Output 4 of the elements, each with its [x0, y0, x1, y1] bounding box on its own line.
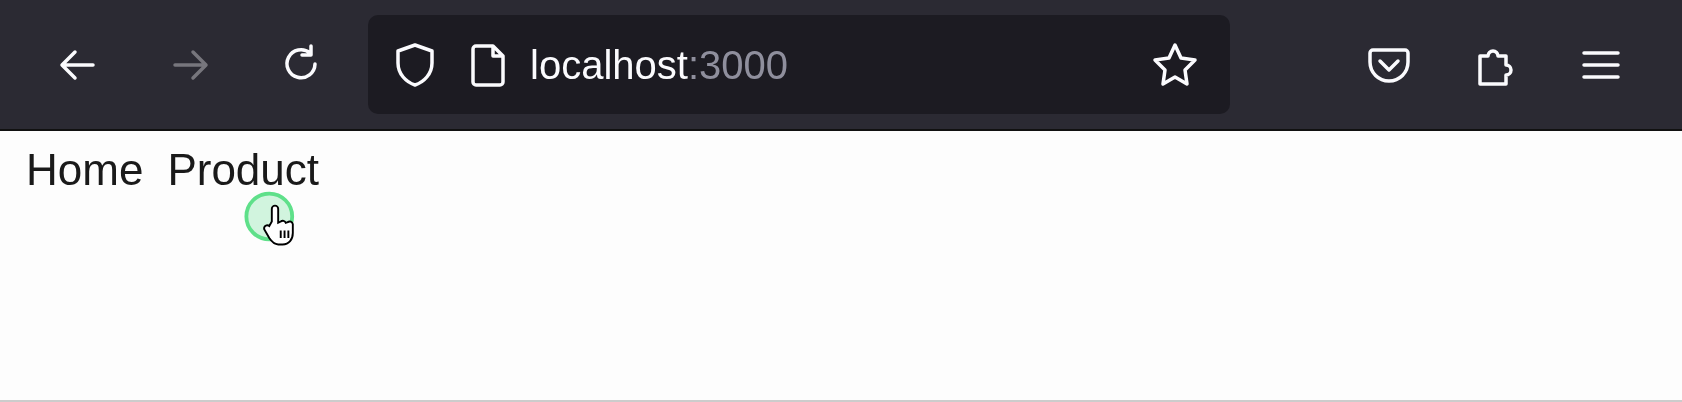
- nav-link[interactable]: Home: [26, 137, 144, 203]
- address-bar[interactable]: localhost:3000: [368, 15, 1230, 114]
- nav-link[interactable]: Product: [167, 137, 319, 203]
- url-text: localhost:3000: [530, 41, 788, 89]
